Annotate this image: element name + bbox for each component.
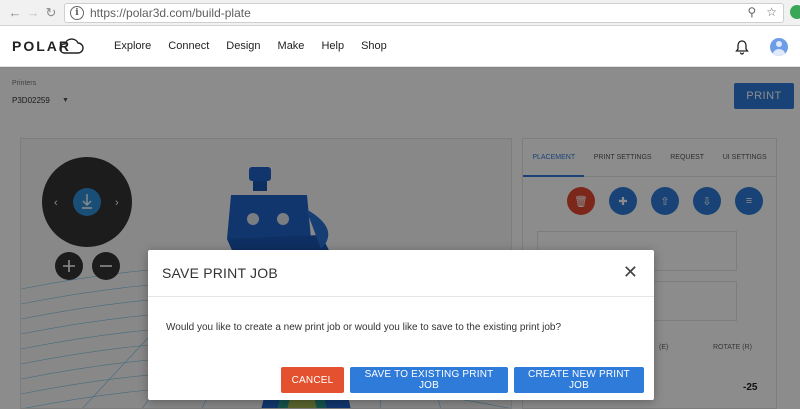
- reload-icon[interactable]: ↻: [42, 4, 60, 22]
- forward-icon[interactable]: →: [24, 4, 42, 22]
- nav-connect[interactable]: Connect: [168, 40, 209, 52]
- nav-shop[interactable]: Shop: [361, 40, 387, 52]
- browser-toolbar: ← → ↻ i https://polar3d.com/build-plate …: [0, 0, 800, 26]
- save-print-job-dialog: SAVE PRINT JOB ✕ Would you like to creat…: [148, 250, 654, 400]
- close-icon[interactable]: ✕: [623, 262, 638, 282]
- dialog-divider: [148, 296, 654, 297]
- dialog-title: SAVE PRINT JOB: [162, 265, 278, 281]
- info-icon[interactable]: i: [70, 6, 84, 20]
- nav-design[interactable]: Design: [226, 40, 260, 52]
- bookmark-star-icon[interactable]: ☆: [766, 5, 777, 19]
- dialog-actions: CANCEL SAVE TO EXISTING PRINT JOB CREATE…: [281, 367, 644, 393]
- extension-icon[interactable]: [790, 5, 800, 19]
- create-new-button[interactable]: CREATE NEW PRINT JOB: [514, 367, 644, 393]
- nav-explore[interactable]: Explore: [114, 40, 151, 52]
- bell-icon[interactable]: [735, 39, 749, 55]
- zoom-icon[interactable]: ⚲: [747, 5, 756, 19]
- cancel-button[interactable]: CANCEL: [281, 367, 344, 393]
- dialog-message: Would you like to create a new print job…: [166, 322, 562, 333]
- save-existing-button[interactable]: SAVE TO EXISTING PRINT JOB: [350, 367, 508, 393]
- back-icon[interactable]: ←: [6, 4, 24, 22]
- nav-help[interactable]: Help: [321, 40, 344, 52]
- app-header: POLAR Explore Connect Design Make Help S…: [0, 27, 800, 67]
- url-text[interactable]: https://polar3d.com/build-plate: [90, 6, 251, 20]
- address-bar[interactable]: i https://polar3d.com/build-plate ⚲ ☆: [64, 3, 784, 23]
- nav-make[interactable]: Make: [278, 40, 305, 52]
- avatar[interactable]: [770, 38, 788, 56]
- cloud-logo-icon: [59, 38, 84, 54]
- main-nav: Explore Connect Design Make Help Shop: [114, 40, 387, 52]
